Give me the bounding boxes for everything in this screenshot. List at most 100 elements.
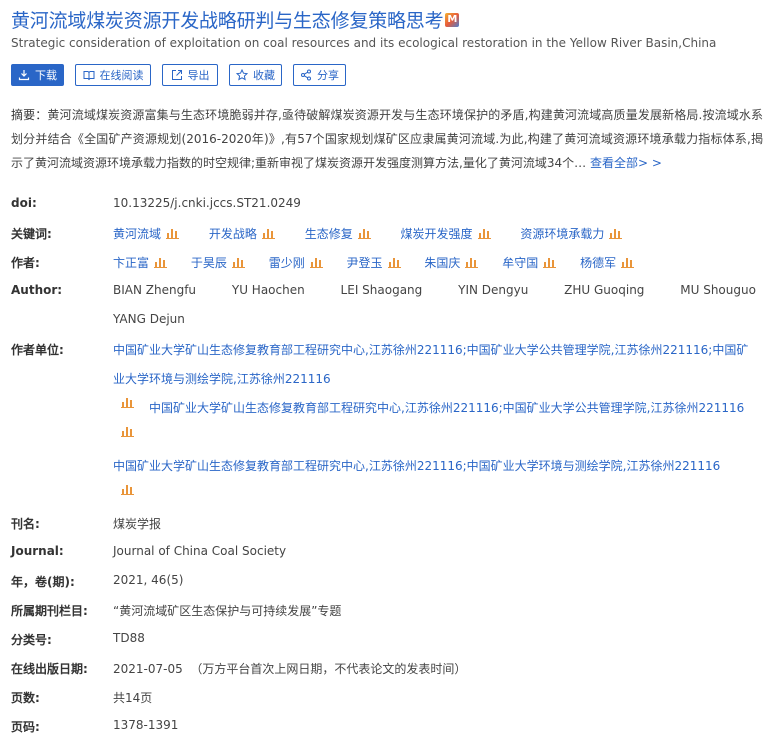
bar-chart-icon[interactable] xyxy=(309,257,323,268)
page-range-label: 页码: xyxy=(11,720,40,734)
pages-label: 页数: xyxy=(11,691,40,705)
action-toolbar: 下载 在线阅读 导出 收藏 分享 xyxy=(11,64,346,86)
affiliation-link-c[interactable]: 中国矿业大学矿山生态修复教育部工程研究中心,江苏徐州221116;中国矿业大学环… xyxy=(113,457,720,474)
keyword-link[interactable]: 开发战略 xyxy=(209,227,257,241)
bar-chart-icon[interactable] xyxy=(609,228,623,239)
book-icon xyxy=(83,71,94,81)
keyword-item[interactable]: 生态修复 xyxy=(305,225,371,242)
author-item[interactable]: 卞正富 xyxy=(113,254,168,271)
affiliation-link[interactable]: 中国矿业大学矿山生态修复教育部工程研究中心,江苏徐州221116;中国矿业大学公… xyxy=(113,341,748,358)
keyword-item[interactable]: 煤炭开发强度 xyxy=(401,225,491,242)
read-online-label: 在线阅读 xyxy=(99,69,144,82)
author-item[interactable]: 雷少刚 xyxy=(269,254,323,271)
author-link[interactable]: 尹登玉 xyxy=(347,256,383,270)
abstract: 摘要：黄河流域煤炭资源富集与生态环境脆弱并存,亟待破解煤炭资源开发与生态环境保护… xyxy=(11,103,763,175)
export-button[interactable]: 导出 xyxy=(162,64,218,86)
journal-en-label: Journal: xyxy=(11,544,64,558)
bar-chart-icon[interactable] xyxy=(154,257,168,268)
class-label: 分类号: xyxy=(11,633,52,647)
author-link[interactable]: 杨德军 xyxy=(580,256,616,270)
bar-chart-icon[interactable] xyxy=(166,228,180,239)
abstract-label: 摘要： xyxy=(11,108,48,122)
affiliation-link-b[interactable]: 中国矿业大学矿山生态修复教育部工程研究中心,江苏徐州221116;中国矿业大学公… xyxy=(149,399,744,416)
year-link[interactable]: 2021, 46(5) xyxy=(113,573,183,587)
keywords-label: 关键词: xyxy=(11,227,52,241)
journal-cn-label: 刊名: xyxy=(11,517,40,531)
bar-chart-icon[interactable] xyxy=(121,397,134,408)
paper-subtitle-en: Strategic consideration of exploitation … xyxy=(11,36,717,50)
download-icon xyxy=(18,70,30,81)
authors-en-list: BIAN Zhengfu YU Haochen LEI Shaogang YIN… xyxy=(113,283,772,297)
bar-chart-icon[interactable] xyxy=(477,228,491,239)
author-link[interactable]: 卞正富 xyxy=(113,256,149,270)
star-icon xyxy=(236,69,248,81)
bar-chart-icon[interactable] xyxy=(357,228,371,239)
author-item[interactable]: 于昊辰 xyxy=(191,254,245,271)
keyword-item[interactable]: 资源环境承载力 xyxy=(520,225,623,242)
online-date-note: （万方平台首次上网日期，不代表论文的发表时间） xyxy=(190,662,467,676)
affiliation-label: 作者单位: xyxy=(11,343,64,357)
authors-label: 作者: xyxy=(11,256,40,270)
author-item[interactable]: 杨德军 xyxy=(580,254,635,271)
author-item[interactable]: 朱国庆 xyxy=(424,254,479,271)
pages-value: 共14页 xyxy=(113,691,153,705)
online-date-label: 在线出版日期: xyxy=(11,662,88,676)
author-link[interactable]: 朱国庆 xyxy=(424,256,460,270)
bar-chart-icon[interactable] xyxy=(261,228,275,239)
bar-chart-icon[interactable] xyxy=(543,257,557,268)
author-en-name: MU Shouguo xyxy=(680,283,756,297)
author-link[interactable]: 于昊辰 xyxy=(191,256,227,270)
read-online-button[interactable]: 在线阅读 xyxy=(75,64,151,86)
class-value: TD88 xyxy=(113,631,145,645)
download-button[interactable]: 下载 xyxy=(11,64,64,86)
authors-en-row-2: YANG Dejun xyxy=(113,312,217,326)
view-all-link[interactable]: 查看全部> > xyxy=(590,156,662,170)
author-en-name: LEI Shaogang xyxy=(340,283,423,297)
export-icon xyxy=(171,70,182,80)
author-item[interactable]: 尹登玉 xyxy=(347,254,401,271)
doi-label: doi: xyxy=(11,196,37,210)
favorite-label: 收藏 xyxy=(253,69,275,82)
keywords-list: 黄河流域 开发战略 生态修复 煤炭开发强度 资源环境承载力 xyxy=(113,225,648,242)
export-label: 导出 xyxy=(187,69,210,82)
author-en-name: YANG Dejun xyxy=(113,312,185,326)
favorite-button[interactable]: 收藏 xyxy=(229,64,282,86)
affiliation-link-cont[interactable]: 业大学环境与测绘学院,江苏徐州221116 xyxy=(113,370,331,387)
bar-chart-icon[interactable] xyxy=(121,426,134,437)
authors-list: 卞正富 于昊辰 雷少刚 尹登玉 朱国庆 牟守国 杨德军 xyxy=(113,254,654,271)
page-range-value: 1378-1391 xyxy=(113,718,179,732)
keyword-link[interactable]: 生态修复 xyxy=(305,227,353,241)
download-label: 下载 xyxy=(35,69,57,82)
year-label: 年，卷(期): xyxy=(11,575,75,589)
online-date: 2021-07-05 xyxy=(113,662,183,676)
authors-en-label: Author: xyxy=(11,283,63,297)
author-item[interactable]: 牟守国 xyxy=(502,254,557,271)
share-button[interactable]: 分享 xyxy=(293,64,346,86)
paper-title: 黄河流域煤炭资源开发战略研判与生态修复策略思考 xyxy=(11,10,444,32)
share-label: 分享 xyxy=(317,69,339,82)
bar-chart-icon[interactable] xyxy=(465,257,479,268)
author-link[interactable]: 雷少刚 xyxy=(269,256,305,270)
journal-en-link[interactable]: Journal of China Coal Society xyxy=(113,544,286,558)
m-badge-icon[interactable]: M xyxy=(445,12,460,27)
author-link[interactable]: 牟守国 xyxy=(502,256,538,270)
share-icon xyxy=(301,69,311,81)
author-en-name: YIN Dengyu xyxy=(458,283,529,297)
bar-chart-icon[interactable] xyxy=(231,257,245,268)
bar-chart-icon[interactable] xyxy=(621,257,635,268)
column-link[interactable]: “黄河流域矿区生态保护与可持续发展”专题 xyxy=(113,602,341,619)
bar-chart-icon[interactable] xyxy=(387,257,401,268)
online-date-value: 2021-07-05 （万方平台首次上网日期，不代表论文的发表时间） xyxy=(113,660,466,677)
author-en-name: BIAN Zhengfu xyxy=(113,283,197,297)
keyword-link[interactable]: 煤炭开发强度 xyxy=(401,227,473,241)
author-en-name: ZHU Guoqing xyxy=(564,283,645,297)
keyword-link[interactable]: 黄河流域 xyxy=(113,227,161,241)
doi-link[interactable]: 10.13225/j.cnki.jccs.ST21.0249 xyxy=(113,196,301,210)
column-label: 所属期刊栏目: xyxy=(11,604,88,618)
journal-cn-link[interactable]: 煤炭学报 xyxy=(113,515,161,532)
keyword-item[interactable]: 黄河流域 xyxy=(113,225,180,242)
keyword-item[interactable]: 开发战略 xyxy=(209,225,275,242)
keyword-link[interactable]: 资源环境承载力 xyxy=(520,227,604,241)
author-en-name: YU Haochen xyxy=(231,283,305,297)
bar-chart-icon[interactable] xyxy=(121,484,134,495)
